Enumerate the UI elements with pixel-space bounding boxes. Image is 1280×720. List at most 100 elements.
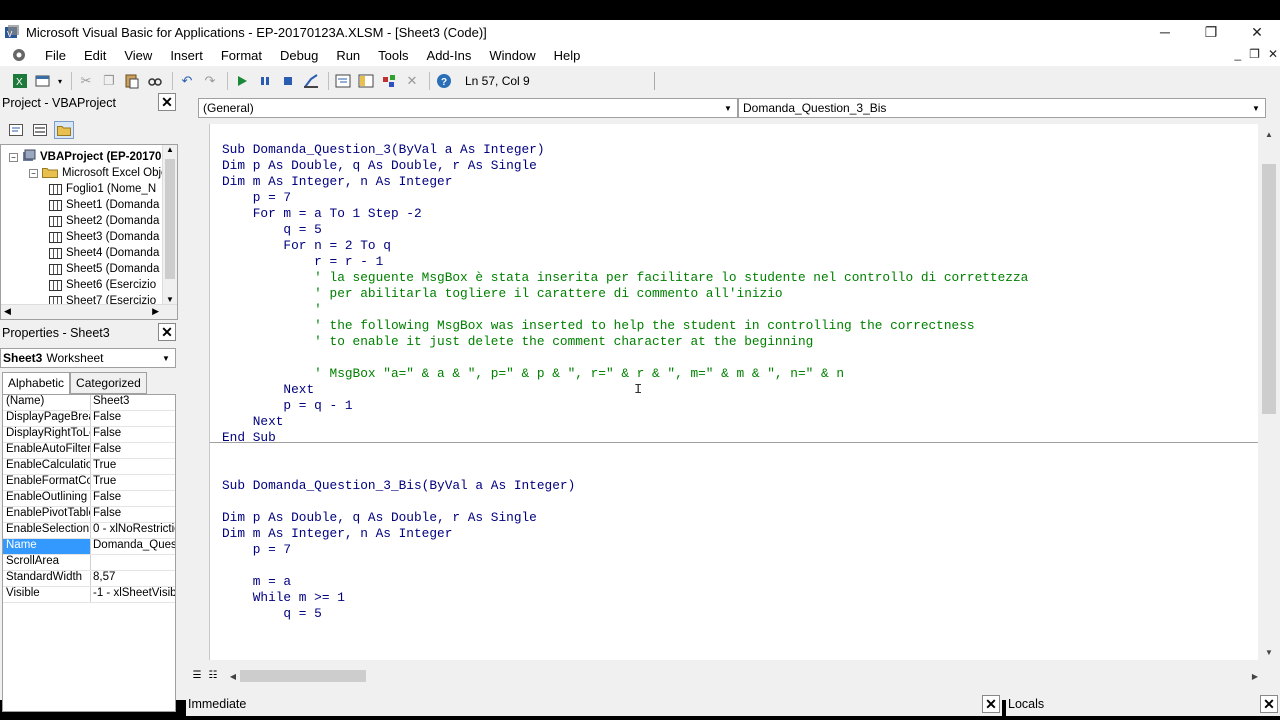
toolbox-icon[interactable]: ✕: [402, 71, 422, 91]
toggle-folders-icon[interactable]: [54, 121, 74, 139]
project-tree-hscroll[interactable]: ◀ ▶: [1, 304, 177, 319]
code-line[interactable]: While m >= 1: [222, 590, 345, 606]
locals-close-icon[interactable]: ✕: [1260, 695, 1278, 713]
tree-node[interactable]: Sheet4 (Domanda: [49, 245, 159, 261]
menu-help[interactable]: Help: [545, 48, 590, 63]
object-browser-icon[interactable]: [379, 71, 399, 91]
code-line[interactable]: Sub Domanda_Question_3_Bis(ByVal a As In…: [222, 478, 575, 494]
redo-icon[interactable]: ↷: [200, 71, 220, 91]
property-row[interactable]: ScrollArea: [3, 555, 175, 571]
menu-window[interactable]: Window: [480, 48, 544, 63]
tab-categorized[interactable]: Categorized: [70, 372, 147, 394]
code-line[interactable]: Dim m As Integer, n As Integer: [222, 526, 452, 542]
code-line[interactable]: ' per abilitarla togliere il carattere d…: [222, 286, 782, 302]
design-mode-icon[interactable]: [301, 71, 321, 91]
minimize-button[interactable]: ─: [1142, 20, 1188, 44]
chevron-down-icon[interactable]: ▼: [158, 350, 174, 366]
property-row[interactable]: DisplayRightToLef False: [3, 427, 175, 443]
menu-format[interactable]: Format: [212, 48, 271, 63]
property-row[interactable]: StandardWidth 8,57: [3, 571, 175, 587]
code-line[interactable]: Next: [222, 414, 284, 430]
tab-alphabetic[interactable]: Alphabetic: [2, 372, 71, 394]
project-explorer-icon[interactable]: [333, 71, 353, 91]
property-value[interactable]: False: [91, 411, 175, 426]
property-value[interactable]: Domanda_Quest: [91, 539, 175, 554]
vba-menu-icon[interactable]: [10, 47, 28, 63]
tree-node[interactable]: Sheet6 (Esercizio: [49, 277, 156, 293]
mdi-restore-button[interactable]: ❐: [1249, 47, 1260, 61]
tree-node[interactable]: − Microsoft Excel Objects: [29, 165, 177, 181]
tree-node[interactable]: Sheet1 (Domanda: [49, 197, 159, 213]
property-value[interactable]: Sheet3: [91, 395, 175, 410]
mdi-close-button[interactable]: ✕: [1268, 47, 1278, 61]
toolbar-grip[interactable]: [654, 72, 662, 90]
property-row[interactable]: EnableOutlining False: [3, 491, 175, 507]
property-value[interactable]: False: [91, 507, 175, 522]
menu-run[interactable]: Run: [327, 48, 369, 63]
code-line[interactable]: p = q - 1: [222, 398, 352, 414]
code-line[interactable]: ' la seguente MsgBox è stata inserita pe…: [222, 270, 1028, 286]
paste-icon[interactable]: [122, 71, 142, 91]
close-button[interactable]: ✕: [1234, 20, 1280, 44]
cut-icon[interactable]: ✂: [76, 71, 96, 91]
code-line[interactable]: Dim m As Integer, n As Integer: [222, 174, 452, 190]
code-vertical-scrollbar[interactable]: ▲ ▼: [1260, 124, 1278, 660]
properties-window-icon[interactable]: [356, 71, 376, 91]
property-value[interactable]: False: [91, 443, 175, 458]
scroll-thumb[interactable]: [1262, 164, 1276, 414]
property-row[interactable]: EnableAutoFilter False: [3, 443, 175, 459]
property-value[interactable]: True: [91, 459, 175, 474]
menu-file[interactable]: File: [36, 48, 75, 63]
procedure-view-icon[interactable]: ☰: [190, 668, 204, 682]
chevron-down-icon[interactable]: ▼: [1248, 100, 1264, 116]
reset-icon[interactable]: [278, 71, 298, 91]
menu-edit[interactable]: Edit: [75, 48, 115, 63]
code-line[interactable]: Sub Domanda_Question_3(ByVal a As Intege…: [222, 142, 545, 158]
code-line[interactable]: ' the following MsgBox was inserted to h…: [222, 318, 974, 334]
code-line[interactable]: p = 7: [222, 190, 291, 206]
scroll-left-icon[interactable]: ◀: [226, 668, 240, 684]
menu-tools[interactable]: Tools: [369, 48, 417, 63]
run-icon[interactable]: [232, 71, 252, 91]
property-row[interactable]: DisplayPageBreakFalse: [3, 411, 175, 427]
immediate-close-icon[interactable]: ✕: [982, 695, 1000, 713]
project-tree-vscroll[interactable]: ▲ ▼: [162, 145, 177, 319]
properties-object-select[interactable]: Sheet3 Worksheet ▼: [0, 348, 176, 368]
property-value[interactable]: False: [91, 491, 175, 506]
scroll-thumb[interactable]: [240, 670, 366, 682]
undo-icon[interactable]: ↶: [177, 71, 197, 91]
tree-node[interactable]: − VBAProject (EP-20170123A.XLSM): [9, 149, 177, 165]
code-line[interactable]: r = r - 1: [222, 254, 383, 270]
locals-pane[interactable]: Locals ✕: [1006, 692, 1280, 716]
view-object-icon[interactable]: [30, 121, 50, 139]
property-value[interactable]: 8,57: [91, 571, 175, 586]
code-line[interactable]: Next: [222, 382, 314, 398]
code-line[interactable]: Dim p As Double, q As Double, r As Singl…: [222, 510, 537, 526]
dropdown-arrow-icon[interactable]: ▾: [56, 71, 64, 91]
object-combo[interactable]: (General) ▼: [198, 98, 738, 118]
scroll-down-icon[interactable]: ▼: [1260, 644, 1278, 660]
chevron-down-icon[interactable]: ▼: [720, 100, 736, 116]
insert-module-icon[interactable]: [33, 71, 53, 91]
property-row[interactable]: (Name) Sheet3: [3, 395, 175, 411]
code-line[interactable]: End Sub: [222, 430, 276, 446]
scroll-right-icon[interactable]: ▶: [1248, 668, 1262, 684]
tree-node[interactable]: Foglio1 (Nome_N: [49, 181, 156, 197]
help-icon[interactable]: ?: [434, 71, 454, 91]
tree-node[interactable]: Sheet3 (Domanda: [49, 229, 159, 245]
find-icon[interactable]: [145, 71, 165, 91]
code-line[interactable]: For n = 2 To q: [222, 238, 391, 254]
tree-node[interactable]: Sheet5 (Domanda: [49, 261, 159, 277]
code-line[interactable]: ': [222, 302, 322, 318]
code-line[interactable]: ' to enable it just delete the comment c…: [222, 334, 813, 350]
code-editor[interactable]: Sub Domanda_Question_3(ByVal a As Intege…: [210, 124, 1258, 660]
restore-button[interactable]: ❐: [1188, 20, 1234, 44]
code-margin-bar[interactable]: [198, 124, 210, 660]
view-code-icon[interactable]: [6, 121, 26, 139]
view-excel-icon[interactable]: X: [10, 71, 30, 91]
properties-close-icon[interactable]: ✕: [158, 323, 176, 341]
mdi-minimize-button[interactable]: _: [1234, 47, 1241, 61]
full-module-view-icon[interactable]: ☷: [206, 668, 220, 682]
code-line[interactable]: For m = a To 1 Step -2: [222, 206, 422, 222]
menu-insert[interactable]: Insert: [161, 48, 212, 63]
